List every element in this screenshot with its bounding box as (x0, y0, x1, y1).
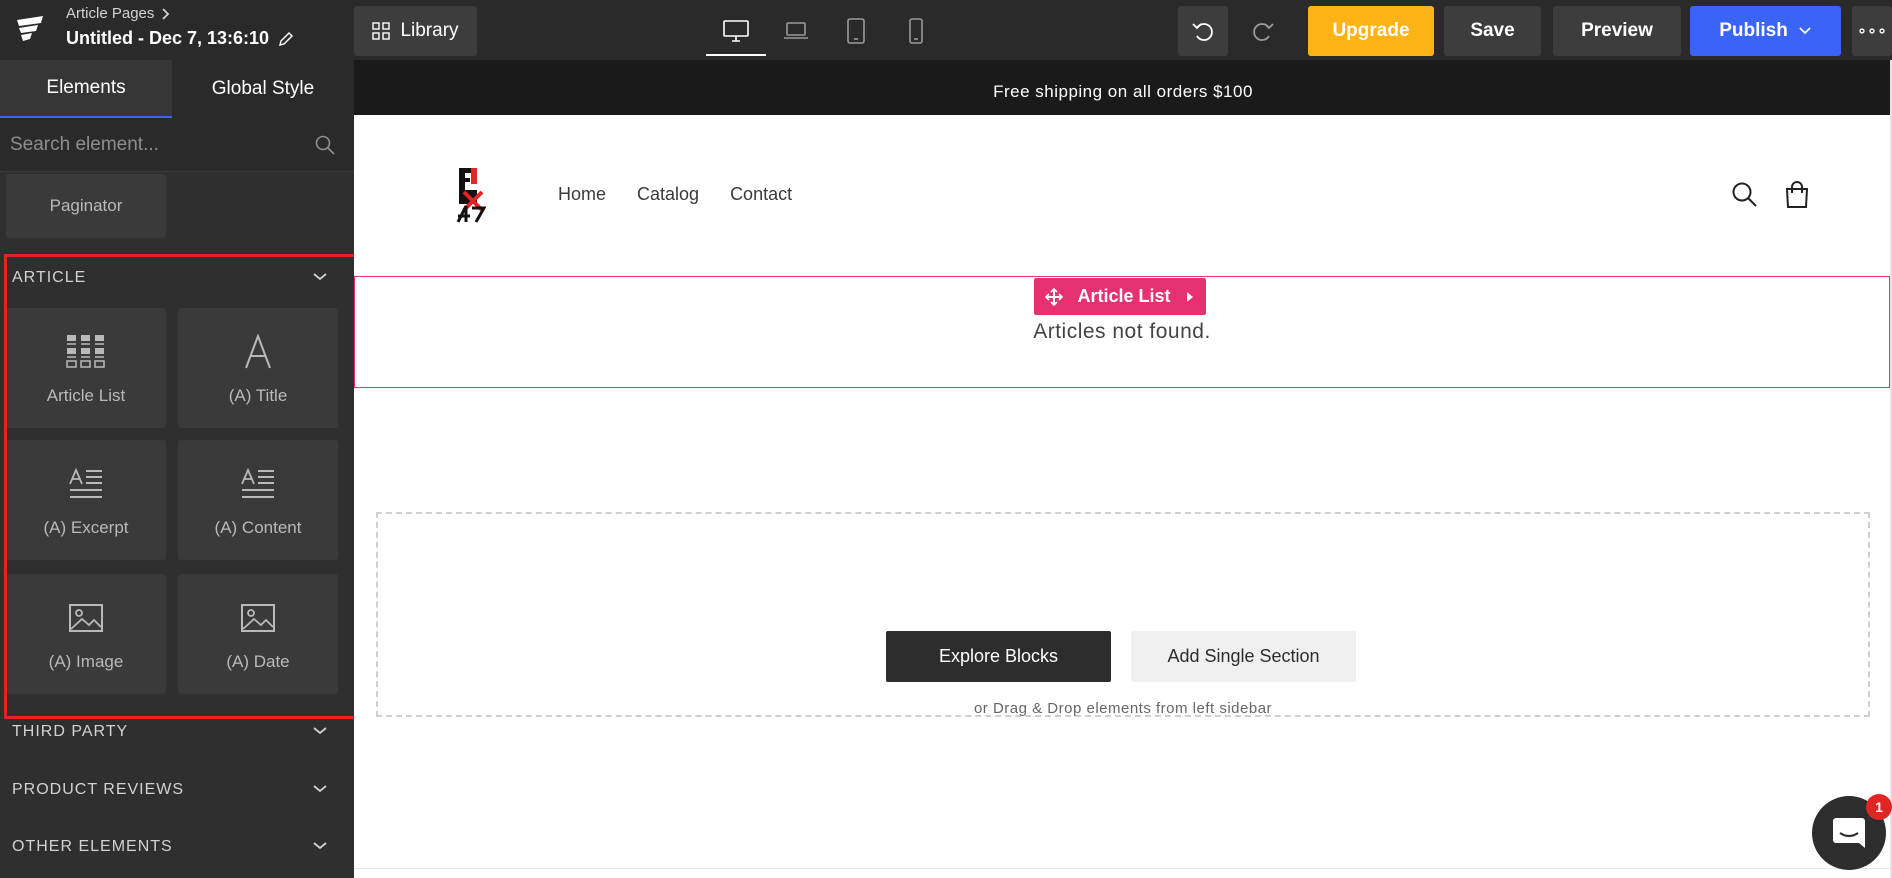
caret-right-icon[interactable] (1185, 291, 1195, 303)
paginator-label: Paginator (49, 196, 123, 215)
breadcrumb-label: Article Pages (66, 5, 155, 22)
article-list-tile[interactable]: Article List (6, 308, 166, 428)
grid-icon (66, 335, 105, 368)
article-list-toolbar[interactable]: Article List (1034, 278, 1206, 315)
elements-sidebar: Elements Global Style Paginator ARTICLE … (0, 60, 354, 878)
more-options-button[interactable]: ∘∘∘ (1852, 6, 1892, 56)
chevron-down-icon (313, 842, 327, 850)
top-bar: Article Pages Untitled - Dec 7, 13:6:10 … (0, 0, 1892, 60)
publish-button[interactable]: Publish (1690, 6, 1841, 56)
mobile-view-button[interactable] (886, 6, 946, 56)
drag-drop-hint: or Drag & Drop elements from left sideba… (973, 700, 1273, 717)
library-button[interactable]: Library (354, 6, 477, 56)
page-title[interactable]: Untitled - Dec 7, 13:6:10 (66, 28, 295, 49)
chat-icon (1833, 818, 1865, 848)
image-icon (241, 604, 275, 632)
nav-home[interactable]: Home (558, 184, 606, 205)
undo-icon (1192, 23, 1213, 41)
article-title-tile[interactable]: (A) Title (178, 308, 338, 428)
third-party-section-header[interactable]: THIRD PARTY (0, 712, 354, 752)
tab-global-style[interactable]: Global Style (172, 60, 354, 118)
article-list-tag-label: Article List (1077, 286, 1171, 306)
laptop-view-button[interactable] (766, 6, 826, 56)
pencil-icon[interactable] (277, 30, 295, 48)
explore-blocks-button[interactable]: Explore Blocks (886, 631, 1111, 682)
text-lines-icon (241, 468, 274, 498)
tablet-view-button[interactable] (826, 6, 886, 56)
save-button[interactable]: Save (1444, 6, 1541, 56)
publish-label: Publish (1719, 20, 1788, 41)
search-input[interactable] (10, 130, 300, 160)
move-icon[interactable] (1045, 287, 1064, 306)
tile-label: (A) Content (214, 518, 302, 537)
announcement-bar[interactable]: Free shipping on all orders $100 (354, 68, 1892, 115)
canvas-top-bar (354, 60, 1892, 68)
tab-elements[interactable]: Elements (0, 60, 172, 118)
tile-label: Article List (46, 386, 126, 405)
device-switcher (706, 6, 946, 56)
chevron-up-icon (313, 273, 327, 281)
image-icon (69, 604, 103, 632)
tile-label: (A) Excerpt (43, 518, 129, 537)
library-label: Library (400, 20, 459, 41)
other-elements-section-header[interactable]: OTHER ELEMENTS (0, 827, 354, 867)
tile-label: (A) Title (228, 386, 288, 405)
chevron-down-icon (1799, 27, 1811, 35)
preview-button[interactable]: Preview (1553, 6, 1681, 56)
paginator-tile[interactable]: Paginator (6, 174, 166, 238)
sidebar-tabs: Elements Global Style (0, 60, 354, 118)
canvas-bottom-divider (354, 868, 1892, 869)
desktop-icon (723, 20, 749, 42)
nav-contact[interactable]: Contact (730, 184, 792, 205)
redo-button[interactable] (1238, 6, 1288, 56)
articles-empty-message: Articles not found. (1033, 320, 1211, 343)
article-excerpt-tile[interactable]: (A) Excerpt (6, 440, 166, 560)
tile-label: (A) Date (226, 652, 290, 671)
article-section-title: ARTICLE (12, 269, 87, 286)
search-icon[interactable] (314, 134, 336, 156)
mobile-icon (909, 18, 923, 44)
section-title: OTHER ELEMENTS (12, 838, 173, 855)
redo-icon (1253, 23, 1274, 41)
text-lines-icon (69, 468, 102, 498)
store-logo-icon[interactable] (456, 166, 486, 224)
app-logo-icon[interactable] (14, 14, 46, 46)
article-content-tile[interactable]: (A) Content (178, 440, 338, 560)
section-title: THIRD PARTY (12, 723, 129, 740)
section-title: PRODUCT REVIEWS (12, 781, 185, 798)
nav-catalog[interactable]: Catalog (637, 184, 699, 205)
upgrade-button[interactable]: Upgrade (1308, 6, 1434, 56)
chat-notification-badge: 1 (1866, 794, 1892, 820)
store-nav: Home Catalog Contact (558, 184, 792, 205)
breadcrumb[interactable]: Article Pages (66, 5, 170, 22)
cart-icon[interactable] (1782, 180, 1812, 210)
article-date-tile[interactable]: (A) Date (178, 574, 338, 694)
chevron-down-icon (313, 727, 327, 735)
chevron-down-icon (313, 785, 327, 793)
page-title-text: Untitled - Dec 7, 13:6:10 (66, 28, 270, 48)
tablet-icon (847, 18, 865, 44)
editor-canvas[interactable]: Free shipping on all orders $100 Home Ca… (354, 60, 1892, 878)
grid-icon (372, 22, 391, 40)
search-icon[interactable] (1730, 180, 1758, 210)
add-single-section-button[interactable]: Add Single Section (1131, 631, 1356, 682)
desktop-view-button[interactable] (706, 6, 766, 56)
chevron-right-icon (162, 7, 170, 20)
product-reviews-section-header[interactable]: PRODUCT REVIEWS (0, 770, 354, 810)
letter-a-icon (245, 334, 271, 369)
element-search (0, 118, 354, 172)
undo-button[interactable] (1178, 6, 1228, 56)
article-section-header[interactable]: ARTICLE (0, 258, 354, 298)
tile-label: (A) Image (48, 652, 124, 671)
add-section-drop-zone[interactable] (376, 512, 1870, 717)
article-image-tile[interactable]: (A) Image (6, 574, 166, 694)
laptop-icon (784, 22, 808, 39)
